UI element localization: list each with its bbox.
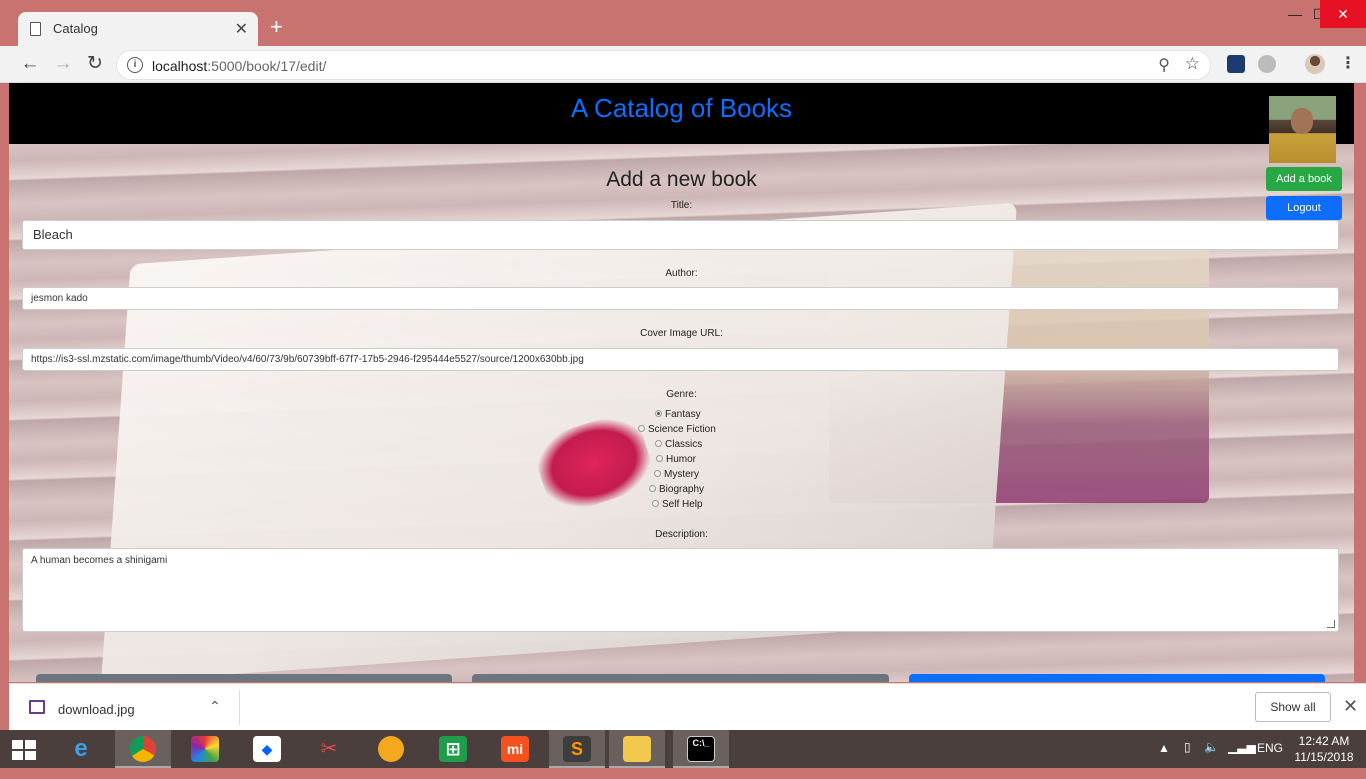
image-file-icon (29, 700, 45, 714)
site-title[interactable]: A Catalog of Books (9, 93, 1354, 124)
battery-icon[interactable]: ▯ (1184, 740, 1191, 778)
page-icon (30, 22, 41, 36)
resize-handle-icon[interactable] (1327, 620, 1335, 628)
extension-icon[interactable] (1227, 55, 1245, 73)
tray-expand-icon[interactable]: ▲ (1158, 741, 1170, 779)
shelf-close-icon[interactable]: ✕ (1343, 696, 1358, 717)
forward-icon[interactable]: → (51, 52, 75, 76)
url-text: localhost:5000/book/17/edit/ (152, 58, 326, 74)
download-shelf: download.jpg ⌃ Show all ✕ (9, 683, 1366, 730)
site-header: A Catalog of Books (9, 83, 1354, 144)
genre-label-text: Science Fiction (648, 424, 716, 435)
circle-app-icon[interactable] (363, 730, 419, 768)
genre-option-mystery[interactable]: Mystery (654, 469, 699, 480)
info-icon[interactable]: i (127, 57, 143, 73)
genre-option-self-help[interactable]: Self Help (652, 499, 703, 510)
tab-close-icon[interactable]: ✕ (235, 19, 248, 39)
title-input[interactable]: Bleach (22, 220, 1339, 250)
genre-label-text: Classics (665, 439, 703, 450)
taskbar-clock[interactable]: 12:42 AM 11/15/2018 (1288, 733, 1360, 765)
browser-title-bar: Catalog ✕ + — ☐ ✕ (0, 0, 1366, 46)
profile-avatar-icon[interactable] (1305, 54, 1325, 74)
address-bar[interactable]: i localhost:5000/book/17/edit/ ⚲ ☆ (116, 50, 1211, 80)
download-file-name[interactable]: download.jpg (58, 702, 135, 717)
cancel-button[interactable] (472, 674, 889, 682)
genre-option-biography[interactable]: Biography (649, 484, 704, 495)
window-close-icon[interactable]: ✕ (1320, 0, 1366, 28)
author-input[interactable]: jesmon kado (22, 287, 1339, 310)
language-indicator[interactable]: ENG (1257, 741, 1283, 779)
genre-option-humor[interactable]: Humor (656, 454, 696, 465)
windows-taskbar: e ◆ ✂ ⊞ mi S C:\_ ▲ ▯ 🔈 ▁▃▅ ENG 12:42 AM… (0, 730, 1366, 768)
chrome-icon[interactable] (115, 730, 171, 768)
genre-label-text: Mystery (664, 469, 699, 480)
genre-label-text: Biography (659, 484, 705, 495)
tab-title: Catalog (53, 21, 98, 36)
bookmark-star-icon[interactable]: ☆ (1185, 54, 1200, 74)
network-icon[interactable]: ▁▃▅ (1228, 740, 1256, 778)
genre-option-fantasy[interactable]: Fantasy (655, 409, 701, 420)
genre-option-science-fiction[interactable]: Science Fiction (638, 424, 716, 435)
zoom-icon[interactable]: ⚲ (1158, 55, 1170, 75)
title-label: Title: (670, 200, 693, 211)
windows-start-icon[interactable] (12, 740, 38, 760)
reload-icon[interactable]: ↻ (83, 52, 107, 76)
user-avatar (1269, 96, 1336, 163)
description-text: A human becomes a shinigami (31, 555, 168, 566)
command-prompt-icon[interactable]: C:\_ (673, 730, 729, 768)
url-path: :5000/book/17/edit/ (207, 58, 327, 74)
browser-tab[interactable]: Catalog ✕ (18, 12, 258, 46)
avatar-face (1291, 108, 1313, 134)
radio-icon[interactable] (656, 455, 663, 462)
back-button[interactable] (36, 674, 452, 682)
radio-icon[interactable] (638, 425, 645, 432)
dropbox-icon[interactable]: ◆ (239, 730, 295, 768)
radio-icon[interactable] (654, 470, 661, 477)
cloud-extension-icon[interactable] (1258, 55, 1276, 73)
clock-date: 11/15/2018 (1294, 750, 1354, 764)
chevron-up-icon[interactable]: ⌃ (209, 698, 221, 715)
radio-icon[interactable] (655, 410, 662, 417)
genre-option-classics[interactable]: Classics (655, 439, 702, 450)
description-textarea[interactable]: A human becomes a shinigami (22, 548, 1339, 632)
cover-url-input[interactable]: https://is3-ssl.mzstatic.com/image/thumb… (22, 348, 1339, 371)
radio-icon[interactable] (655, 440, 662, 447)
show-all-button[interactable]: Show all (1255, 692, 1331, 722)
genre-label-text: Fantasy (665, 409, 701, 420)
new-tab-icon[interactable]: + (270, 16, 283, 38)
description-label: Description: (655, 529, 708, 540)
snipping-tool-icon[interactable]: ✂ (301, 730, 357, 768)
sublime-text-icon[interactable]: S (549, 730, 605, 768)
radio-icon[interactable] (649, 485, 656, 492)
clock-time: 12:42 AM (1298, 734, 1350, 748)
submit-button[interactable] (909, 674, 1325, 682)
volume-icon[interactable]: 🔈 (1204, 740, 1219, 778)
genre-label-text: Humor (666, 454, 697, 465)
browser-menu-icon[interactable]: ⋮ (1340, 53, 1356, 73)
browser-toolbar: ← → ↻ i localhost:5000/book/17/edit/ ⚲ ☆… (0, 46, 1366, 83)
cover-url-label: Cover Image URL: (640, 328, 723, 339)
page-viewport: A Catalog of Books Add a book Logout Add… (9, 83, 1354, 682)
file-explorer-icon[interactable] (609, 730, 665, 768)
url-host: localhost (152, 58, 208, 74)
mi-app-icon[interactable]: mi (487, 730, 543, 768)
author-label: Author: (665, 268, 698, 279)
genre-label-text: Self Help (662, 499, 703, 510)
back-icon[interactable]: ← (18, 52, 42, 76)
internet-explorer-icon[interactable]: e (53, 730, 109, 768)
store-icon[interactable]: ⊞ (425, 730, 481, 768)
form-heading: Add a new book (606, 168, 757, 191)
radio-icon[interactable] (652, 500, 659, 507)
genre-label: Genre: (666, 389, 697, 400)
shelf-divider (239, 690, 240, 725)
paint-app-icon[interactable] (177, 730, 233, 768)
